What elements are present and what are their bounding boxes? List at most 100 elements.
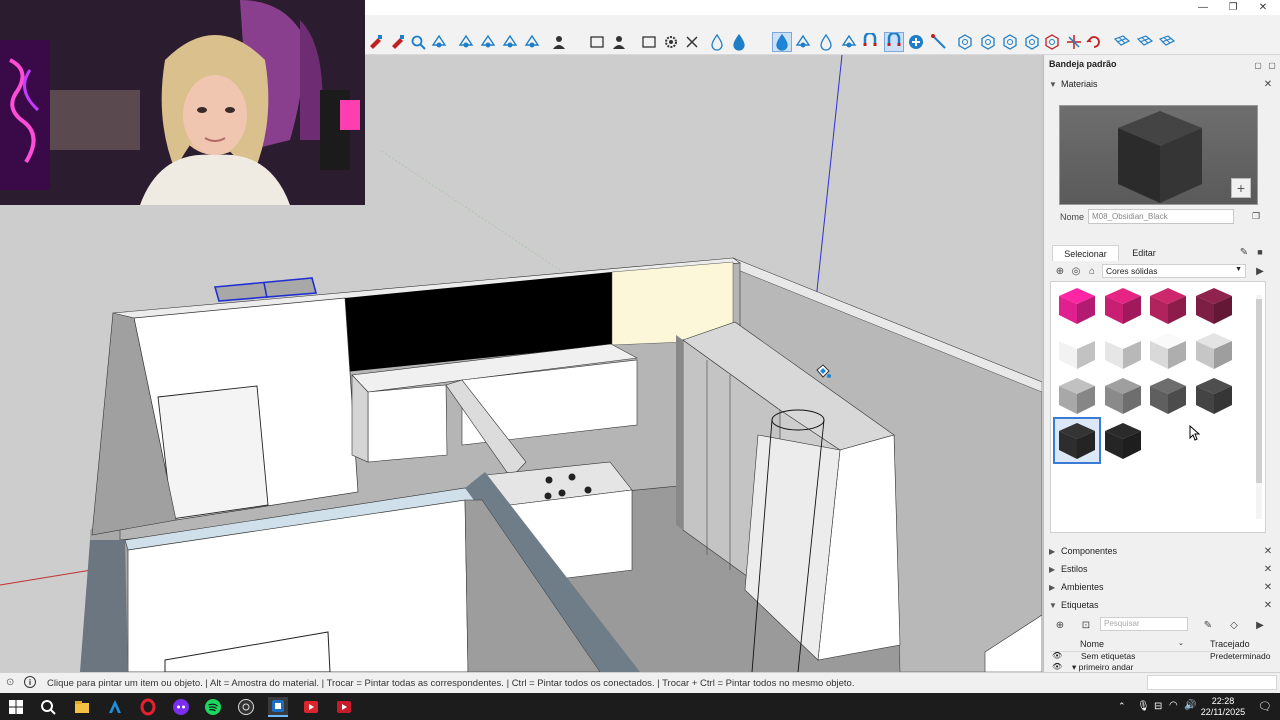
hex-5-icon[interactable] <box>1043 33 1061 51</box>
drop-blue-icon[interactable] <box>772 32 792 52</box>
material-swatch[interactable] <box>1101 284 1145 327</box>
app-red-icon[interactable] <box>301 697 321 717</box>
magnet-icon[interactable] <box>861 33 879 51</box>
search-icon[interactable] <box>38 697 58 717</box>
tags-col-name[interactable]: Nome <box>1080 639 1104 649</box>
slash-drop-icon[interactable] <box>817 33 835 51</box>
tray-close-icon[interactable]: ▢ <box>1266 59 1278 71</box>
obs-icon[interactable] <box>236 697 256 717</box>
components-section[interactable]: ▶ Componentes <box>1049 543 1275 559</box>
close-window-button[interactable]: ✕ <box>1248 0 1278 15</box>
hex-3-icon[interactable] <box>1001 33 1019 51</box>
tag-details-icon[interactable]: ▶ <box>1254 619 1266 631</box>
dots-icon[interactable] <box>840 33 858 51</box>
tag-row-dash[interactable]: Predeterminado <box>1210 651 1270 661</box>
material-swatch[interactable] <box>1055 374 1099 417</box>
axes-icon[interactable] <box>1065 33 1083 51</box>
styles-close-icon[interactable]: ✕ <box>1262 563 1274 575</box>
grid-3-icon[interactable] <box>1158 33 1176 51</box>
grid-1-icon[interactable] <box>1113 33 1131 51</box>
hex-1-icon[interactable] <box>956 33 974 51</box>
tags-search-input[interactable]: Pesquisar <box>1100 617 1188 631</box>
paint-brush-icon[interactable] <box>389 33 407 51</box>
hex-2-icon[interactable] <box>979 33 997 51</box>
drop-icon[interactable] <box>708 33 726 51</box>
help-icon[interactable]: ⊙ <box>6 677 14 688</box>
details-arrow-icon[interactable]: ▶ <box>1254 265 1266 277</box>
copy-icon[interactable]: ❐ <box>1250 210 1262 222</box>
scrollbar-thumb[interactable] <box>1256 299 1262 483</box>
pin-icon[interactable]: ▢ <box>1252 59 1264 71</box>
volume-icon[interactable]: 🔊 <box>1184 700 1196 711</box>
material-swatch[interactable] <box>1101 419 1145 462</box>
section-cut-icon[interactable] <box>523 33 541 51</box>
clock[interactable]: 22:28 22/11/2025 <box>1200 696 1246 718</box>
material-swatch[interactable] <box>1101 329 1145 372</box>
tab-edit[interactable]: Editar <box>1119 245 1169 261</box>
line-tool-icon[interactable] <box>930 33 948 51</box>
material-swatch[interactable] <box>1055 284 1099 327</box>
magnet-active-icon[interactable] <box>884 32 904 52</box>
sketchup-icon[interactable] <box>268 697 288 717</box>
sort-icon[interactable]: ⌄ <box>1178 639 1184 647</box>
material-swatch[interactable] <box>1192 374 1236 417</box>
person-icon[interactable] <box>610 33 628 51</box>
discord-icon[interactable] <box>171 697 191 717</box>
section-plane-icon[interactable] <box>479 33 497 51</box>
user-icon[interactable] <box>550 33 568 51</box>
hex-4-icon[interactable] <box>1023 33 1041 51</box>
material-swatch[interactable] <box>1101 374 1145 417</box>
material-swatch[interactable] <box>1146 374 1190 417</box>
section-display-icon[interactable] <box>501 33 519 51</box>
autodesk-icon[interactable] <box>105 697 125 717</box>
eye-icon[interactable]: 👁 <box>1052 651 1062 660</box>
material-swatch[interactable] <box>1146 329 1190 372</box>
eraser-icon[interactable] <box>367 33 385 51</box>
close-x-icon[interactable] <box>683 33 701 51</box>
components-close-icon[interactable]: ✕ <box>1262 545 1274 557</box>
tag-pencil-icon[interactable]: ✎ <box>1202 619 1214 631</box>
add-folder-icon[interactable]: ⊡ <box>1080 619 1092 631</box>
tab-select[interactable]: Selecionar <box>1052 245 1119 261</box>
new-file-icon[interactable] <box>588 33 606 51</box>
material-swatch[interactable] <box>1053 417 1101 464</box>
opera-icon[interactable] <box>138 697 158 717</box>
model-icon[interactable]: ◎ <box>1070 265 1082 277</box>
tags-section[interactable]: ▼ Etiquetas <box>1049 597 1275 613</box>
notification-icon[interactable]: 🗨 <box>1258 700 1272 713</box>
info-icon[interactable]: i <box>24 676 36 688</box>
create-material-button[interactable]: + <box>1231 178 1251 198</box>
materials-close-icon[interactable]: ✕ <box>1262 78 1274 90</box>
collection-dropdown[interactable]: Cores sólidas ▼ <box>1102 264 1246 278</box>
spotify-icon[interactable] <box>203 697 223 717</box>
zoom-extents-icon[interactable] <box>430 33 448 51</box>
tag-tool-icon[interactable]: ◇ <box>1228 619 1240 631</box>
back-icon[interactable]: ⊕ <box>1054 265 1066 277</box>
tags-col-dash[interactable]: Tracejado <box>1210 639 1250 649</box>
material-swatch[interactable] <box>1192 329 1236 372</box>
add-circle-icon[interactable] <box>907 33 925 51</box>
tags-close-icon[interactable]: ✕ <box>1262 599 1274 611</box>
paint-bucket-icon[interactable] <box>794 33 812 51</box>
material-name-field[interactable]: M08_Obsidian_Black <box>1088 209 1234 224</box>
file-explorer-icon[interactable] <box>72 697 92 717</box>
orbit-icon[interactable] <box>457 33 475 51</box>
environments-section[interactable]: ▶ Ambientes <box>1049 579 1275 595</box>
maximize-button[interactable]: ❐ <box>1218 0 1248 15</box>
add-tag-icon[interactable]: ⊕ <box>1054 619 1066 631</box>
material-swatch[interactable] <box>1055 329 1099 372</box>
material-swatch[interactable] <box>1192 284 1236 327</box>
styles-section[interactable]: ▶ Estilos <box>1049 561 1275 577</box>
rectangle-icon[interactable] <box>640 33 658 51</box>
gear-icon[interactable] <box>662 33 680 51</box>
materials-header[interactable]: ▼ Materiais <box>1049 76 1275 92</box>
environments-close-icon[interactable]: ✕ <box>1262 581 1274 593</box>
bucket-icon[interactable]: ■ <box>1254 246 1266 258</box>
eye-icon[interactable]: 👁 <box>1052 662 1062 671</box>
home-icon[interactable]: ⌂ <box>1086 265 1098 277</box>
wifi-icon[interactable]: ◠ <box>1169 700 1178 711</box>
zoom-icon[interactable] <box>409 33 427 51</box>
material-swatch[interactable] <box>1146 284 1190 327</box>
grid-2-icon[interactable] <box>1136 33 1154 51</box>
tray-chevron-icon[interactable]: ⌃ <box>1118 701 1126 712</box>
